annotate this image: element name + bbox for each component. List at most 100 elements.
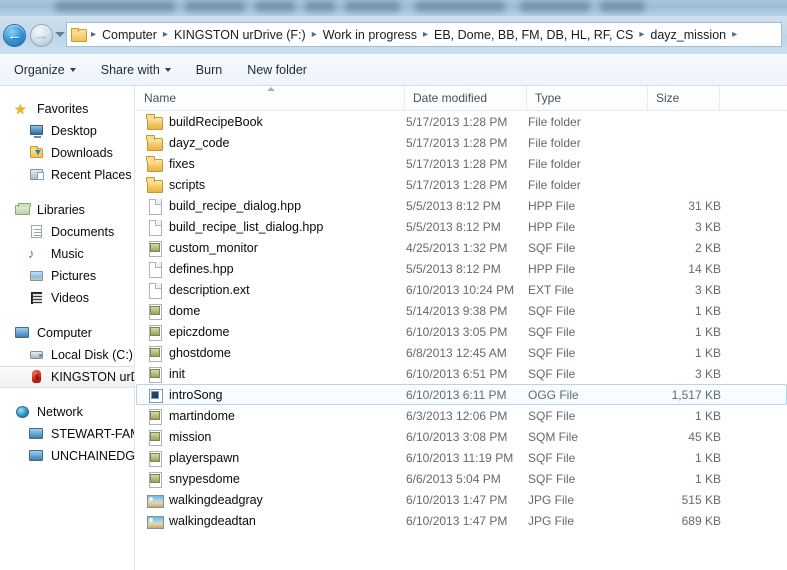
sidebar-item-desktop[interactable]: Desktop — [0, 120, 134, 142]
blurred-titlebar-strip — [0, 0, 787, 16]
file-date-cell: 6/10/2013 1:47 PM — [406, 513, 508, 528]
table-row[interactable]: custom_monitor 4/25/2013 1:32 PM SQF File 2… — [136, 237, 787, 258]
folder-icon — [145, 176, 165, 193]
breadcrumb-item-kingston[interactable]: KINGSTON urDrive (F:) — [170, 26, 310, 44]
table-row[interactable]: scripts 5/17/2013 1:28 PM File folder — [136, 174, 787, 195]
column-header-blank[interactable] — [720, 86, 787, 111]
file-size-cell: 3 KB — [694, 282, 721, 297]
sidebar-item-unchainedgui[interactable]: UNCHAINEDGUI — [0, 445, 134, 467]
document-icon — [145, 282, 165, 299]
organize-button[interactable]: Organize — [3, 58, 87, 82]
table-row[interactable]: build_recipe_list_dialog.hpp 5/5/2013 8:1… — [136, 216, 787, 237]
file-type-cell: SQF File — [528, 345, 576, 360]
table-row[interactable]: dayz_code 5/17/2013 1:28 PM File folder — [136, 132, 787, 153]
breadcrumb-address-bar[interactable]: ▸ Computer ▸ KINGSTON urDrive (F:) ▸ Wor… — [66, 22, 782, 47]
column-header-size-label: Size — [656, 91, 680, 105]
file-name-label: build_recipe_list_dialog.hpp — [169, 219, 324, 234]
sort-ascending-indicator-icon — [267, 87, 275, 91]
table-row[interactable]: walkingdeadgray 6/10/2013 1:47 PM JPG File… — [136, 489, 787, 510]
sidebar-group-computer[interactable]: Computer — [0, 322, 134, 344]
file-date-cell: 6/8/2013 12:45 AM — [406, 345, 507, 360]
table-row[interactable]: buildRecipeBook 5/17/2013 1:28 PM File fol… — [136, 111, 787, 132]
file-name-label: description.ext — [169, 282, 250, 297]
burn-button[interactable]: Burn — [185, 58, 233, 82]
table-row[interactable]: introSong 6/10/2013 6:11 PM OGG File 1,517 … — [136, 384, 787, 405]
file-type-cell: SQF File — [528, 324, 576, 339]
recent-pages-chevron-down-icon[interactable] — [55, 32, 65, 37]
share-with-button[interactable]: Share with — [90, 58, 182, 82]
table-row[interactable]: playerspawn 6/10/2013 11:19 PM SQF File 1 K… — [136, 447, 787, 468]
file-type-cell: File folder — [528, 114, 581, 129]
sidebar-group-favorites[interactable]: ★ Favorites — [0, 98, 134, 120]
table-row[interactable]: ghostdome 6/8/2013 12:45 AM SQF File 1 KB — [136, 342, 787, 363]
table-row[interactable]: defines.hpp 5/5/2013 8:12 PM HPP File 14 KB — [136, 258, 787, 279]
table-row[interactable]: walkingdeadtan 6/10/2013 1:47 PM JPG File 6… — [136, 510, 787, 531]
forward-arrow-icon: → — [34, 27, 49, 44]
breadcrumb-item-eb-dome[interactable]: EB, Dome, BB, FM, DB, HL, RF, CS — [430, 26, 637, 44]
file-size-cell: 1 KB — [694, 408, 721, 423]
sqf-file-icon — [145, 408, 165, 425]
file-date-cell: 5/14/2013 9:38 PM — [406, 303, 508, 318]
jpg-image-icon — [145, 513, 165, 529]
breadcrumb-item-work-in-progress[interactable]: Work in progress — [319, 26, 421, 44]
table-row[interactable]: description.ext 6/10/2013 10:24 PM EXT Fil… — [136, 279, 787, 300]
sidebar-item-downloads[interactable]: Downloads — [0, 142, 134, 164]
table-row[interactable]: snypesdome 6/6/2013 5:04 PM SQF File 1 KB — [136, 468, 787, 489]
back-button[interactable]: ← — [3, 24, 26, 47]
navigation-pane[interactable]: ★ Favorites Desktop Downloads Recent Pla… — [0, 86, 135, 570]
sidebar-item-pictures[interactable]: Pictures — [0, 265, 134, 287]
file-size-cell: 3 KB — [694, 219, 721, 234]
file-name-label: init — [169, 366, 185, 381]
folder-icon — [145, 113, 165, 130]
forward-button[interactable]: → — [30, 24, 53, 47]
file-name-label: playerspawn — [169, 450, 240, 465]
column-header-name-label: Name — [144, 91, 177, 105]
column-header-size[interactable]: Size — [648, 86, 720, 111]
sidebar-label-local-disk-c: Local Disk (C:) — [51, 348, 133, 362]
network-computer-icon — [28, 448, 46, 464]
sidebar-label-stewart-fami: STEWART-FAMI — [51, 427, 134, 441]
breadcrumb-separator-icon: ▸ — [732, 29, 738, 40]
file-date-cell: 6/3/2013 12:06 PM — [406, 408, 508, 423]
table-row[interactable]: dome 5/14/2013 9:38 PM SQF File 1 KB — [136, 300, 787, 321]
file-name-label: walkingdeadtan — [169, 513, 256, 528]
sidebar-item-documents[interactable]: Documents — [0, 221, 134, 243]
sidebar-group-network[interactable]: Network — [0, 401, 134, 423]
sidebar-label-unchainedgui: UNCHAINEDGUI — [51, 449, 134, 463]
new-folder-button[interactable]: New folder — [236, 58, 318, 82]
file-name-cell: build_recipe_list_dialog.hpp — [145, 219, 324, 236]
sidebar-item-recent-places[interactable]: Recent Places — [0, 164, 134, 186]
breadcrumb-item-computer[interactable]: Computer — [98, 26, 161, 44]
sidebar-item-stewart-fami[interactable]: STEWART-FAMI — [0, 423, 134, 445]
file-date-cell: 6/10/2013 6:11 PM — [406, 387, 507, 402]
column-header-type[interactable]: Type — [527, 86, 648, 111]
column-header-date-modified[interactable]: Date modified — [405, 86, 527, 111]
folder-icon — [70, 27, 87, 42]
file-date-cell: 5/17/2013 1:28 PM — [406, 156, 508, 171]
file-name-cell: mission — [145, 429, 212, 446]
sidebar-item-videos[interactable]: Videos — [0, 287, 134, 309]
file-name-label: mission — [169, 429, 212, 444]
file-name-cell: ghostdome — [145, 345, 231, 362]
chevron-down-icon — [69, 67, 76, 72]
sidebar-item-music[interactable]: ♪ Music — [0, 243, 134, 265]
table-row[interactable]: martindome 6/3/2013 12:06 PM SQF File 1 KB — [136, 405, 787, 426]
table-row[interactable]: epiczdome 6/10/2013 3:05 PM SQF File 1 KB — [136, 321, 787, 342]
table-row[interactable]: build_recipe_dialog.hpp 5/5/2013 8:12 PM H… — [136, 195, 787, 216]
sidebar-label-computer: Computer — [37, 326, 92, 340]
table-row[interactable]: fixes 5/17/2013 1:28 PM File folder — [136, 153, 787, 174]
command-bar: Organize Share with Burn New folder — [0, 54, 787, 86]
file-name-cell: buildRecipeBook — [145, 113, 263, 130]
file-type-cell: File folder — [528, 135, 581, 150]
sidebar-item-kingston-urdrive[interactable]: KINGSTON urDri — [0, 366, 134, 388]
table-row[interactable]: mission 6/10/2013 3:08 PM SQM File 45 KB — [136, 426, 787, 447]
file-list-pane[interactable]: Name Date modified Type Size buildRecipe… — [136, 86, 787, 570]
file-name-label: scripts — [169, 177, 206, 192]
file-name-label: dayz_code — [169, 135, 230, 150]
table-row[interactable]: init 6/10/2013 6:51 PM SQF File 3 KB — [136, 363, 787, 384]
sidebar-item-local-disk-c[interactable]: Local Disk (C:) — [0, 344, 134, 366]
file-name-label: walkingdeadgray — [169, 492, 263, 507]
breadcrumb-item-dayz-mission[interactable]: dayz_mission — [646, 26, 730, 44]
sidebar-group-libraries[interactable]: Libraries — [0, 199, 134, 221]
documents-icon — [28, 224, 46, 240]
